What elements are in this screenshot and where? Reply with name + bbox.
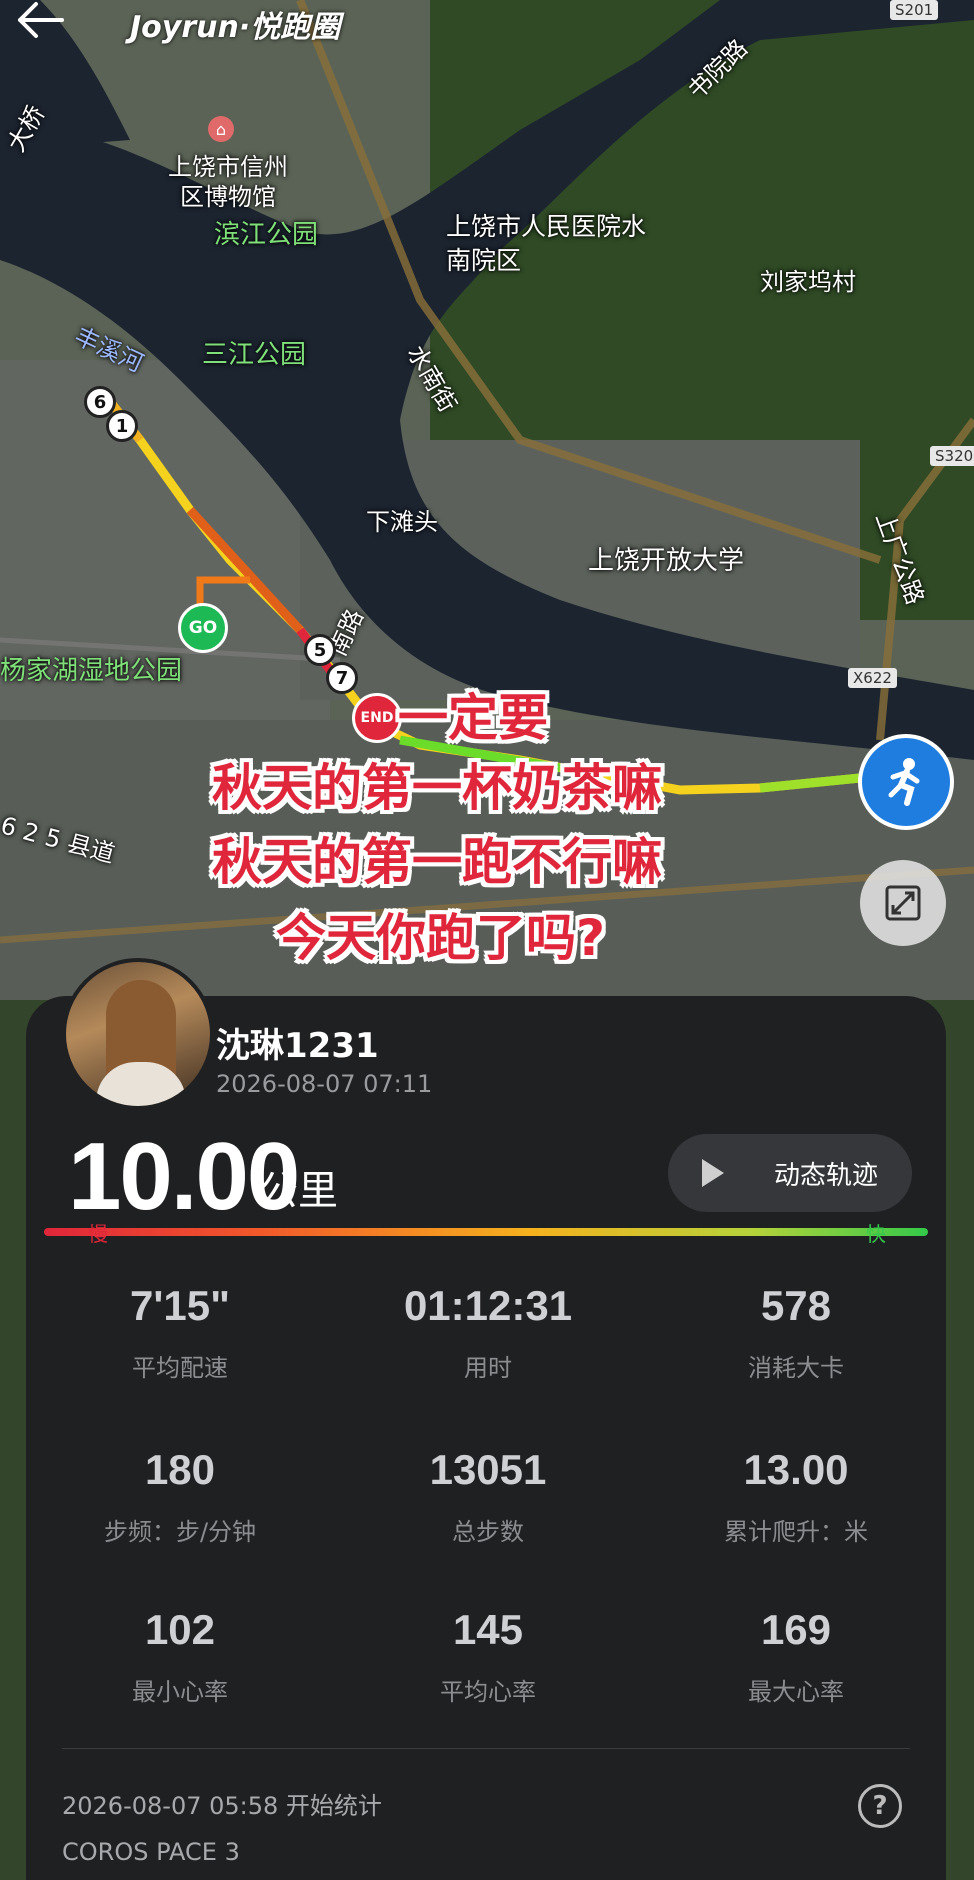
stat-value: 145 xyxy=(452,1606,524,1653)
stat-value: 102 xyxy=(144,1606,216,1653)
expand-map-button[interactable] xyxy=(860,860,946,946)
stat-label: 消耗大卡 xyxy=(748,1354,844,1382)
pace-slow-label: 慢 xyxy=(88,1222,108,1246)
stat-calories: 578 消耗大卡 xyxy=(642,1282,950,1383)
stat-value: 180 xyxy=(144,1446,216,1493)
stat-label: 最大心率 xyxy=(748,1678,844,1706)
stat-label: 平均心率 xyxy=(440,1678,536,1706)
distance-unit: 公里 xyxy=(258,1168,338,1214)
stat-label: 累计爬升：米 xyxy=(724,1518,868,1546)
km-marker-7: 7 xyxy=(326,662,358,694)
map-label-liujiawu: 刘家坞村 xyxy=(760,268,856,296)
km-marker-5: 5 xyxy=(304,634,336,666)
pace-fast-label: 快 xyxy=(866,1222,886,1246)
stat-min-heart-rate: 102 最小心率 xyxy=(26,1606,334,1707)
stat-avg-pace: 7'15" 平均配速 xyxy=(26,1282,334,1383)
stat-duration: 01:12:31 用时 xyxy=(334,1282,642,1383)
map-label-open-university: 上饶开放大学 xyxy=(588,546,745,576)
stat-value: 13051 xyxy=(429,1446,547,1493)
map-label-hospital: 上饶市人民医院水南院区 xyxy=(446,212,647,275)
back-arrow-icon xyxy=(18,2,64,38)
runner-icon xyxy=(888,758,920,806)
avatar[interactable] xyxy=(62,958,214,1110)
pace-gradient-bar xyxy=(44,1228,928,1236)
map-label-xiatantou: 下滩头 xyxy=(366,508,438,536)
stat-label: 平均配速 xyxy=(132,1354,228,1382)
stat-label: 步频：步/分钟 xyxy=(103,1518,257,1546)
stat-cadence: 180 步频：步/分钟 xyxy=(26,1446,334,1547)
stat-max-heart-rate: 169 最大心率 xyxy=(642,1606,950,1707)
road-tag-s320: S320 xyxy=(930,446,974,466)
road-tag-x622: X622 xyxy=(848,668,897,688)
start-marker: GO xyxy=(178,603,228,653)
map-label-museum: 上饶市信州区博物馆 xyxy=(168,153,288,211)
map-label-sanjiang-park: 三江公园 xyxy=(202,340,307,370)
device-name: COROS PACE 3 xyxy=(62,1838,240,1866)
stat-total-steps: 13051 总步数 xyxy=(334,1446,642,1547)
stat-value: 169 xyxy=(760,1606,832,1653)
km-marker-1: 1 xyxy=(106,410,138,442)
stat-value: 578 xyxy=(760,1282,832,1329)
user-name[interactable]: 沈琳1231 xyxy=(216,1018,379,1067)
map-label-yangjiahu-park: 杨家湖湿地公园 xyxy=(0,656,183,686)
runner-location-button[interactable] xyxy=(858,734,954,830)
caption-line-1: 一定要 xyxy=(398,689,548,747)
museum-icon: ⌂ xyxy=(208,116,234,142)
run-date: 2026-08-07 07:11 xyxy=(216,1070,433,1098)
divider xyxy=(62,1748,910,1749)
map-label-binjiang-park: 滨江公园 xyxy=(214,220,319,250)
track-replay-label: 动态轨迹 xyxy=(774,1160,879,1191)
caption-line-3: 秋天的第一跑不行嘛 xyxy=(212,833,662,891)
play-icon xyxy=(702,1159,724,1187)
stat-avg-heart-rate: 145 平均心率 xyxy=(334,1606,642,1707)
stat-value: 01:12:31 xyxy=(403,1282,573,1329)
stat-value: 13.00 xyxy=(743,1446,849,1493)
stat-label: 最小心率 xyxy=(132,1678,228,1706)
track-replay-button[interactable]: 动态轨迹 xyxy=(668,1134,912,1212)
caption-line-2: 秋天的第一杯奶茶嘛 xyxy=(212,759,662,817)
stat-value: 7'15" xyxy=(130,1282,230,1329)
start-time-text: 2026-08-07 05:58 开始统计 xyxy=(62,1792,382,1820)
back-button[interactable] xyxy=(14,0,74,40)
stat-label: 总步数 xyxy=(452,1518,524,1546)
road-tag-s201: S201 xyxy=(890,0,939,20)
stat-elevation-gain: 13.00 累计爬升：米 xyxy=(642,1446,950,1547)
end-marker: END xyxy=(352,693,402,743)
caption-line-4: 今天你跑了吗? xyxy=(276,909,606,967)
app-title: Joyrun·悦跑圈 xyxy=(130,10,341,45)
expand-icon xyxy=(885,885,921,921)
stat-label: 用时 xyxy=(464,1354,512,1382)
help-icon[interactable]: ? xyxy=(858,1784,902,1828)
